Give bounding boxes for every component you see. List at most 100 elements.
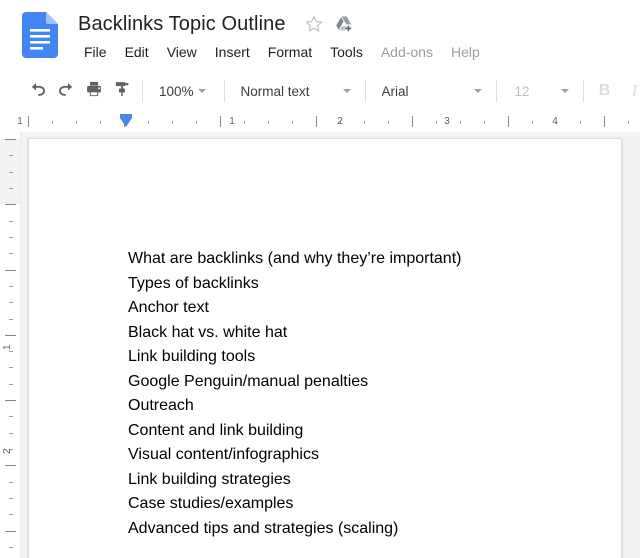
vruler-minor-tick: [9, 302, 13, 303]
paragraph-style-select[interactable]: Normal text: [231, 78, 359, 104]
vruler-minor-tick: [9, 188, 13, 189]
document-line[interactable]: Link building strategies: [128, 468, 568, 493]
print-icon: [84, 79, 104, 104]
vruler-minor-tick: [9, 221, 13, 222]
document-title[interactable]: Backlinks Topic Outline: [78, 13, 286, 36]
vruler-minor-tick: [9, 286, 13, 287]
vruler-number: 2: [3, 448, 13, 454]
vruler-major-tick: [5, 465, 16, 466]
menu-add-ons[interactable]: Add-ons: [372, 40, 442, 64]
chevron-down-icon: [561, 89, 569, 93]
document-line[interactable]: Case studies/examples: [128, 492, 568, 517]
ruler-minor-tick: [364, 121, 365, 124]
menu-view[interactable]: View: [158, 40, 206, 64]
google-docs-window: Backlinks Topic Outline File Edit View: [0, 0, 640, 558]
menu-insert[interactable]: Insert: [206, 40, 259, 64]
menu-help[interactable]: Help: [442, 40, 489, 64]
chevron-down-icon: [343, 89, 351, 93]
ruler-minor-tick: [628, 121, 629, 124]
document-line[interactable]: Visual content/infographics: [128, 443, 568, 468]
ruler-number: 4: [552, 115, 558, 128]
redo-icon: [56, 79, 76, 104]
vruler-major-tick: [5, 270, 16, 271]
document-line[interactable]: Content and link building: [128, 419, 568, 444]
menu-file[interactable]: File: [78, 40, 116, 64]
toolbar-divider-4: [496, 80, 497, 102]
menu-format[interactable]: Format: [259, 40, 321, 64]
vruler-number: 1: [3, 344, 13, 350]
ruler-minor-tick: [148, 121, 149, 124]
vruler-minor-tick: [9, 514, 13, 515]
vruler-minor-tick: [9, 416, 13, 417]
ruler-minor-tick: [436, 121, 437, 124]
paint-format-icon: [112, 79, 132, 104]
zoom-value: 100%: [159, 84, 194, 99]
paint-format-button[interactable]: [108, 77, 136, 105]
ruler-number: 2: [337, 115, 343, 128]
undo-icon: [28, 79, 48, 104]
vruler-major-tick: [5, 204, 16, 205]
ruler-minor-tick: [388, 121, 389, 124]
document-line[interactable]: Advanced tips and strategies (scaling): [128, 517, 568, 542]
print-button[interactable]: [80, 77, 108, 105]
ruler-minor-tick: [244, 121, 245, 124]
ruler-minor-tick: [52, 121, 53, 124]
vertical-ruler[interactable]: 12: [0, 132, 21, 558]
toolbar-divider-3: [365, 80, 366, 102]
vruler-minor-tick: [9, 433, 13, 434]
undo-button[interactable]: [24, 77, 52, 105]
ruler-minor-tick: [484, 121, 485, 124]
vruler-major-tick: [5, 400, 16, 401]
ruler-minor-tick: [100, 121, 101, 124]
ruler-minor-tick: [532, 121, 533, 124]
vruler-minor-tick: [9, 498, 13, 499]
document-line[interactable]: Anchor text: [128, 296, 568, 321]
ruler-number: 1: [17, 115, 23, 128]
app-header: Backlinks Topic Outline File Edit View: [0, 0, 640, 70]
menu-tools[interactable]: Tools: [321, 40, 372, 64]
paragraph-style-value: Normal text: [241, 84, 310, 99]
ruler-minor-tick: [172, 121, 173, 124]
document-canvas[interactable]: What are backlinks (and why they’re impo…: [21, 132, 640, 558]
document-line[interactable]: What are backlinks (and why they’re impo…: [128, 247, 568, 272]
ruler-major-tick: [316, 116, 317, 127]
vruler-major-tick: [5, 531, 16, 532]
horizontal-ruler[interactable]: 11234: [0, 112, 640, 132]
document-line[interactable]: Outreach: [128, 394, 568, 419]
left-indent-marker[interactable]: [120, 118, 132, 127]
ruler-minor-tick: [268, 121, 269, 124]
bold-button[interactable]: B: [590, 82, 620, 100]
google-docs-icon[interactable]: [22, 12, 58, 58]
font-size-select[interactable]: 12: [503, 78, 577, 104]
document-line[interactable]: Google Penguin/manual penalties: [128, 370, 568, 395]
ruler-major-tick: [508, 116, 509, 127]
ruler-major-tick: [28, 116, 29, 127]
italic-button[interactable]: I: [620, 81, 640, 101]
title-row: Backlinks Topic Outline: [78, 9, 354, 39]
document-line[interactable]: Types of backlinks: [128, 272, 568, 297]
move-to-drive-icon[interactable]: [334, 14, 354, 34]
ruler-number: 3: [444, 115, 450, 128]
zoom-select[interactable]: 100%: [149, 78, 218, 104]
toolbar-divider-2: [224, 80, 225, 102]
star-icon[interactable]: [304, 14, 324, 34]
vruler-minor-tick: [9, 155, 13, 156]
font-size-value: 12: [515, 84, 530, 99]
redo-button[interactable]: [52, 77, 80, 105]
document-page[interactable]: What are backlinks (and why they’re impo…: [28, 138, 622, 558]
document-text-body[interactable]: What are backlinks (and why they’re impo…: [128, 247, 568, 541]
vruler-minor-tick: [9, 547, 13, 548]
vruler-minor-tick: [9, 367, 13, 368]
menu-edit[interactable]: Edit: [116, 40, 158, 64]
vruler-major-tick: [5, 335, 16, 336]
ruler-minor-tick: [580, 121, 581, 124]
ruler-major-tick: [220, 116, 221, 127]
vruler-minor-tick: [9, 384, 13, 385]
document-line[interactable]: Link building tools: [128, 345, 568, 370]
chevron-down-icon: [198, 89, 206, 93]
font-family-select[interactable]: Arial: [372, 78, 490, 104]
document-line[interactable]: Black hat vs. white hat: [128, 321, 568, 346]
vruler-major-tick: [5, 139, 16, 140]
vruler-minor-tick: [9, 237, 13, 238]
ruler-major-tick: [604, 116, 605, 127]
